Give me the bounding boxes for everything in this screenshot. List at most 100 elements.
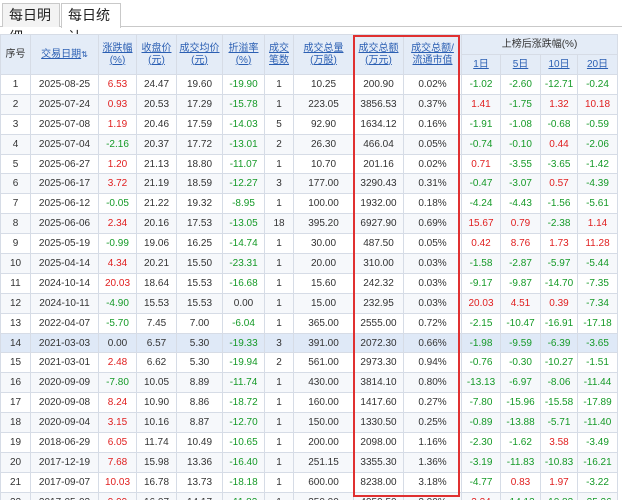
table-row[interactable]: 10 2025-04-14 4.34 20.21 15.50 -23.31 1 20.00 31… xyxy=(0,253,618,274)
row-change-pct: -0.05 xyxy=(98,193,137,215)
row-change-pct: -0.99 xyxy=(98,233,137,255)
row-change-pct: 6.53 xyxy=(98,74,137,95)
row-20d: -1.42 xyxy=(577,153,618,175)
row-1d: -0.47 xyxy=(461,173,501,195)
row-index: 11 xyxy=(0,272,31,294)
row-10d: 3.58 xyxy=(540,432,578,453)
table-row[interactable]: 13 2022-04-07 -5.70 7.45 7.00 -6.04 1 365.00 255… xyxy=(0,312,618,334)
row-change-pct: -4.90 xyxy=(98,292,137,314)
row-1d: -1.91 xyxy=(461,113,501,135)
row-trade-count: 18 xyxy=(264,213,294,235)
row-date: 2020-09-09 xyxy=(30,372,99,394)
table-row[interactable]: 2 2025-07-24 0.93 20.53 17.29 -15.78 1 223.05 38… xyxy=(0,93,618,115)
row-5d: -3.55 xyxy=(500,153,541,175)
table-row[interactable]: 8 2025-06-06 2.34 20.16 17.53 -13.05 18 395.20 6… xyxy=(0,213,618,235)
row-date: 2025-06-27 xyxy=(30,153,99,175)
table-row[interactable]: 17 2020-09-08 8.24 10.90 8.86 -18.72 1 160.00 14… xyxy=(0,392,618,414)
row-discount-rate: -23.31 xyxy=(222,253,265,274)
table-row[interactable]: 11 2024-10-14 20.03 18.64 15.53 -16.68 1 15.60 2… xyxy=(0,272,618,294)
tab-daily-detail[interactable]: 每日明细 xyxy=(2,3,60,45)
row-20d: -5.61 xyxy=(577,193,618,215)
table-row[interactable]: 9 2025-05-19 -0.99 19.06 16.25 -14.74 1 30.00 48… xyxy=(0,233,618,255)
header-10d[interactable]: 10日 xyxy=(540,54,578,75)
row-close-price: 18.64 xyxy=(136,272,177,294)
table-row[interactable]: 15 2021-03-01 2.48 6.62 5.30 -19.94 2 561.00 297… xyxy=(0,352,618,374)
table-row[interactable]: 1 2025-08-25 6.53 24.47 19.60 -19.90 1 10.25 200… xyxy=(0,74,618,95)
table-row[interactable]: 7 2025-06-12 -0.05 21.22 19.32 -8.95 1 100.00 19… xyxy=(0,193,618,215)
row-20d: -17.18 xyxy=(577,312,618,334)
row-total-volume: 26.30 xyxy=(293,133,354,155)
row-change-pct: 1.20 xyxy=(98,153,137,175)
row-avg-price: 10.49 xyxy=(176,432,223,453)
row-change-pct: 20.03 xyxy=(98,272,137,294)
table-row[interactable]: 12 2024-10-11 -4.90 15.53 15.53 0.00 1 15.00 232… xyxy=(0,292,618,314)
row-1d: -3.19 xyxy=(461,451,501,473)
row-close-price: 6.57 xyxy=(136,332,177,354)
row-avg-price: 5.30 xyxy=(176,352,223,374)
row-avg-price: 17.72 xyxy=(176,133,223,155)
row-1d: -1.98 xyxy=(461,332,501,354)
table-row[interactable]: 222017-05-039.9916.0714.17-11.821350.004… xyxy=(0,491,618,500)
table-row[interactable]: 19 2018-06-29 6.05 11.74 10.49 -10.65 1 200.00 2… xyxy=(0,432,618,453)
row-total-volume: 150.00 xyxy=(293,412,354,434)
table-row[interactable]: 21 2017-09-07 10.03 16.78 13.73 -18.18 1 600.00… xyxy=(0,471,618,493)
row-trade-count: 3 xyxy=(264,173,294,195)
row-5d: -14.13 xyxy=(500,491,541,500)
table-row[interactable]: 14 2021-03-03 0.00 6.57 5.30 -19.33 3 391.00 207… xyxy=(0,332,618,354)
row-trade-count: 2 xyxy=(264,133,294,155)
row-10d: 0.44 xyxy=(540,133,578,155)
table-row[interactable]: 3 2025-07-08 1.19 20.46 17.59 -14.03 5 92.90 163… xyxy=(0,113,618,135)
table-row[interactable]: 4 2025-07-04 -2.16 20.37 17.72 -13.01 2 26.30 46… xyxy=(0,133,618,155)
header-total-amount[interactable]: 成交总额 (万元) xyxy=(353,34,404,75)
row-10d: -10.27 xyxy=(540,352,578,374)
header-20d[interactable]: 20日 xyxy=(577,54,618,75)
table-row[interactable]: 18 2020-09-04 3.15 10.16 8.87 -12.70 1 150.00 13… xyxy=(0,412,618,434)
row-1d: -0.74 xyxy=(461,133,501,155)
table-body: 1 2025-08-25 6.53 24.47 19.60 -19.90 1 10.25 200… xyxy=(0,74,618,500)
table-row[interactable]: 6 2025-06-17 3.72 21.19 18.59 -12.27 3 177.00 32… xyxy=(0,173,618,195)
row-1d: -2.30 xyxy=(461,432,501,453)
row-10d: -2.38 xyxy=(540,213,578,235)
header-1d[interactable]: 1日 xyxy=(461,54,501,75)
row-5d: -13.88 xyxy=(500,412,541,434)
row-total-amount: 2098.00 xyxy=(353,432,404,453)
row-10d: -12.71 xyxy=(540,74,578,95)
table-row[interactable]: 16 2020-09-09 -7.80 10.05 8.89 -11.74 1 430.00 3… xyxy=(0,372,618,394)
row-close-price: 10.90 xyxy=(136,392,177,414)
row-amount-ratio: 2.00% xyxy=(403,491,462,500)
tab-daily-stats[interactable]: 每日统计 xyxy=(61,3,121,45)
row-20d: 11.28 xyxy=(577,233,618,255)
row-5d: -1.62 xyxy=(500,432,541,453)
row-10d: -14.70 xyxy=(540,272,578,294)
row-date: 2025-08-25 xyxy=(30,74,99,95)
row-index: 2 xyxy=(0,93,31,115)
row-10d: 1.97 xyxy=(540,471,578,493)
table-row[interactable]: 5 2025-06-27 1.20 21.13 18.80 -11.07 1 10.70 201… xyxy=(0,153,618,175)
sort-icon[interactable]: ⇅ xyxy=(81,50,88,59)
row-avg-price: 7.00 xyxy=(176,312,223,334)
header-avg-price[interactable]: 成交均价 (元) xyxy=(176,34,223,75)
row-20d: -1.51 xyxy=(577,352,618,374)
header-trade-count[interactable]: 成交 笔数 xyxy=(264,34,294,75)
row-avg-price: 14.17 xyxy=(176,491,223,500)
header-change-pct[interactable]: 涨跌幅 (%) xyxy=(98,34,137,75)
row-20d: 1.14 xyxy=(577,213,618,235)
row-change-pct: -5.70 xyxy=(98,312,137,334)
row-amount-ratio: 0.72% xyxy=(403,312,462,334)
row-1d: 15.67 xyxy=(461,213,501,235)
row-20d: 10.18 xyxy=(577,93,618,115)
header-5d[interactable]: 5日 xyxy=(500,54,541,75)
header-date[interactable]: 交易日期⇅ xyxy=(30,34,99,75)
header-discount-rate[interactable]: 折溢率 (%) xyxy=(222,34,265,75)
row-5d: -6.97 xyxy=(500,372,541,394)
row-total-amount: 4959.50 xyxy=(353,491,404,500)
row-amount-ratio: 0.03% xyxy=(403,272,462,294)
header-total-volume[interactable]: 成交总量 (万股) xyxy=(293,34,354,75)
table-row[interactable]: 20 2017-12-19 7.68 15.98 13.36 -16.40 1 251.15 3… xyxy=(0,451,618,473)
row-total-volume: 10.70 xyxy=(293,153,354,175)
header-close-price[interactable]: 收盘价 (元) xyxy=(136,34,177,75)
row-amount-ratio: 0.16% xyxy=(403,113,462,135)
header-amount-ratio[interactable]: 成交总额/流通市值 xyxy=(403,34,462,75)
row-5d: 8.76 xyxy=(500,233,541,255)
row-change-pct: 3.15 xyxy=(98,412,137,434)
